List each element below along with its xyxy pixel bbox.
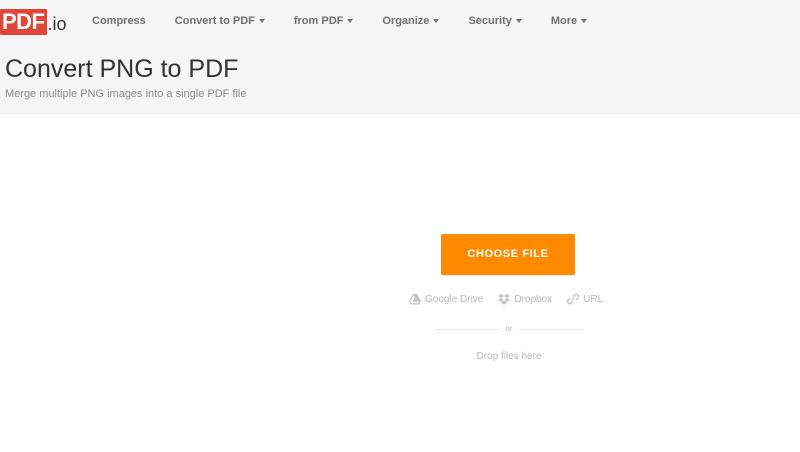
caret-down-icon bbox=[258, 19, 265, 23]
google-drive-label: Google Drive bbox=[425, 293, 484, 305]
logo-mark: PDF bbox=[0, 9, 47, 35]
caret-down-icon bbox=[433, 19, 440, 23]
nav-security[interactable]: Security bbox=[468, 15, 522, 27]
logo-suffix: .io bbox=[47, 14, 67, 34]
google-drive-link[interactable]: Google Drive bbox=[409, 293, 484, 305]
link-icon bbox=[567, 293, 580, 305]
nav-organize-label: Organize bbox=[382, 15, 430, 27]
page-title: Convert PNG to PDF bbox=[5, 55, 239, 83]
nav-convert-to-pdf[interactable]: Convert to PDF bbox=[175, 15, 265, 27]
or-divider: or bbox=[435, 323, 583, 335]
nav-from-pdf[interactable]: from PDF bbox=[294, 15, 354, 27]
caret-down-icon bbox=[581, 19, 588, 23]
nav-more-label: More bbox=[550, 15, 578, 27]
caret-down-icon bbox=[347, 19, 354, 23]
choose-file-button[interactable]: CHOOSE FILE bbox=[441, 234, 575, 275]
dropbox-icon bbox=[498, 293, 511, 305]
header-bar: PDF .io Compress Convert to PDF from PDF… bbox=[0, 0, 800, 114]
nav-more[interactable]: More bbox=[550, 15, 588, 27]
nav-from-pdf-label: from PDF bbox=[293, 15, 344, 27]
dropbox-label: Dropbox bbox=[514, 293, 553, 305]
upload-sources: Google Drive Dropbox URL bbox=[409, 292, 618, 306]
dropbox-link[interactable]: Dropbox bbox=[498, 293, 553, 305]
nav-organize[interactable]: Organize bbox=[382, 15, 440, 27]
divider-line-right bbox=[519, 329, 583, 330]
nav-security-label: Security bbox=[468, 15, 512, 27]
google-drive-icon bbox=[409, 293, 421, 304]
main-nav: Compress Convert to PDF from PDF Organiz… bbox=[92, 14, 616, 28]
pdfio-logo[interactable]: PDF .io bbox=[0, 7, 67, 35]
drop-zone-hint[interactable]: Drop files here bbox=[435, 351, 583, 362]
nav-convert-to-pdf-label: Convert to PDF bbox=[174, 15, 255, 27]
nav-compress[interactable]: Compress bbox=[92, 15, 146, 27]
caret-down-icon bbox=[515, 19, 522, 23]
url-label: URL bbox=[583, 293, 604, 305]
nav-compress-label: Compress bbox=[92, 15, 146, 27]
url-link[interactable]: URL bbox=[567, 293, 603, 305]
page-subtitle: Merge multiple PNG images into a single … bbox=[5, 88, 247, 100]
